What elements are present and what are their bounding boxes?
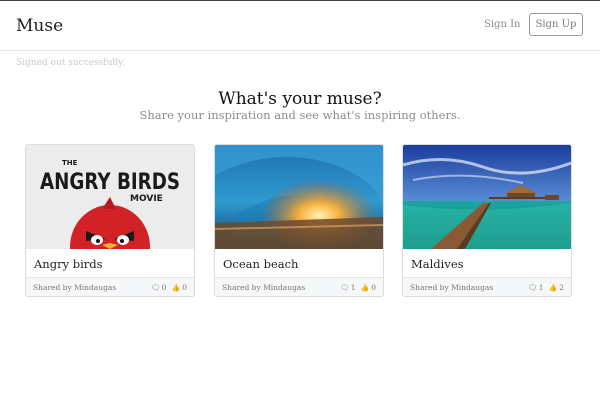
comment-icon: 🗨 xyxy=(150,283,160,292)
page-title: What's your muse? xyxy=(218,89,382,109)
card-stats: 🗨 0 👍 0 xyxy=(151,283,187,292)
comment-icon: 🗨 xyxy=(527,283,537,292)
muse-card[interactable]: THE ANGRY BIRDS MOVIE Angry birds Shared… xyxy=(25,144,195,297)
comment-count[interactable]: 🗨 1 xyxy=(528,283,544,292)
card-title[interactable]: Angry birds xyxy=(34,257,103,271)
muse-card[interactable]: Ocean beach Shared by Mindaugas 🗨 1 👍 0 xyxy=(214,144,384,297)
like-count[interactable]: 👍 0 xyxy=(172,283,188,292)
card-title[interactable]: Ocean beach xyxy=(223,257,298,271)
card-stats: 🗨 1 👍 0 xyxy=(340,283,376,292)
navbar: Muse Sign In Sign Up xyxy=(0,1,600,51)
card-stats: 🗨 1 👍 2 xyxy=(528,283,564,292)
muse-card[interactable]: Maldives Shared by Mindaugas 🗨 1 👍 2 xyxy=(402,144,572,297)
page-subtitle: Share your inspiration and see what's in… xyxy=(139,108,461,122)
flash-message: Signed out successfully. xyxy=(16,58,125,68)
brand-logo[interactable]: Muse xyxy=(16,16,63,36)
like-count-value: 0 xyxy=(371,283,376,292)
sign-in-link[interactable]: Sign In xyxy=(484,19,520,30)
thumbs-up-icon: 👍 xyxy=(548,283,558,292)
image-text-title: ANGRY BIRDS xyxy=(40,170,180,195)
shared-by: Shared by Mindaugas xyxy=(33,283,117,292)
comment-count[interactable]: 🗨 1 xyxy=(340,283,356,292)
like-count[interactable]: 👍 0 xyxy=(361,283,377,292)
sign-up-button[interactable]: Sign Up xyxy=(529,13,583,36)
card-footer: Shared by Mindaugas 🗨 1 👍 0 xyxy=(215,277,383,296)
card-footer: Shared by Mindaugas 🗨 1 👍 2 xyxy=(403,277,571,296)
image-text-the: THE xyxy=(62,159,78,167)
thumbs-up-icon: 👍 xyxy=(360,283,370,292)
thumbs-up-icon: 👍 xyxy=(171,283,181,292)
comment-count-value: 1 xyxy=(350,283,356,292)
comment-icon: 🗨 xyxy=(339,283,349,292)
shared-by: Shared by Mindaugas xyxy=(222,283,306,292)
card-image[interactable]: THE ANGRY BIRDS MOVIE xyxy=(26,145,194,249)
like-count-value: 2 xyxy=(559,283,564,292)
comment-count-value: 0 xyxy=(161,283,167,292)
card-footer: Shared by Mindaugas 🗨 0 👍 0 xyxy=(26,277,194,296)
shared-by: Shared by Mindaugas xyxy=(410,283,494,292)
card-image[interactable] xyxy=(215,145,383,249)
comment-count[interactable]: 🗨 0 xyxy=(151,283,167,292)
like-count[interactable]: 👍 2 xyxy=(549,283,565,292)
card-title[interactable]: Maldives xyxy=(411,257,464,271)
comment-count-value: 1 xyxy=(538,283,544,292)
card-image[interactable] xyxy=(403,145,571,249)
image-text-movie: MOVIE xyxy=(130,194,163,204)
like-count-value: 0 xyxy=(182,283,187,292)
